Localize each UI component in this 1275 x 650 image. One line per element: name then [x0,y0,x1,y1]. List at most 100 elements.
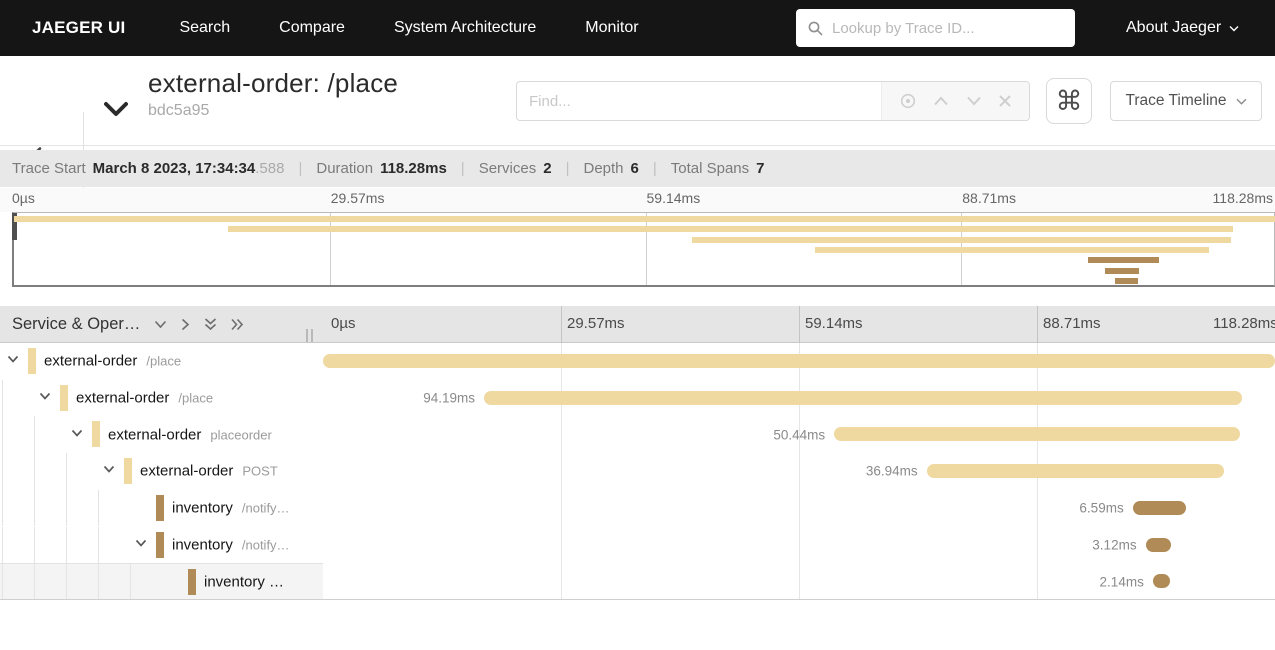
chevron-down-icon [1229,25,1239,31]
span-row[interactable]: external-order placeorder 50.44ms [0,416,1275,454]
span-bar-cell[interactable]: 3.12ms [323,527,1275,564]
top-nav: JAEGER UI Search Compare System Architectu… [0,0,1275,56]
span-bar-cell[interactable] [323,343,1275,380]
tree-indent-guide [34,453,35,490]
tree-indent-guide [66,526,67,564]
span-bar-cell[interactable]: 2.14ms [323,563,1275,599]
app-logo[interactable]: JAEGER UI [32,18,125,38]
span-service-name[interactable]: external-order placeorder [108,426,272,443]
span-name-cell[interactable]: inventory/notify… [0,489,323,527]
find-controls [881,82,1029,120]
span-name-cell[interactable]: external-order/place [0,343,323,380]
summary-separator: | [298,160,303,177]
span-service-name[interactable]: inventory/notify… [172,500,290,517]
nav-item-search[interactable]: Search [179,19,230,37]
nav-item-compare[interactable]: Compare [279,19,345,37]
trace-page-header: external-order: /place bdc5a95 ⌘ Trace T… [0,56,1275,202]
span-service-name[interactable]: inventory/notify… [172,536,290,553]
span-bar-cell[interactable]: 94.19ms [323,380,1275,417]
summary-label: Trace Start [12,160,86,177]
chevron-down-icon [1236,98,1247,105]
span-row[interactable]: inventory/notify… 6.59ms [0,489,1275,527]
timeline-tick [561,306,562,343]
summary-value: 6 [630,160,639,177]
collapse-all-icon[interactable] [204,318,217,331]
span-operation-name: /notify… [241,537,290,553]
about-jaeger-menu[interactable]: About Jaeger [1126,0,1239,56]
span-row[interactable]: external-order/place [0,343,1275,380]
find-bar [516,81,1030,121]
span-service-name[interactable]: external-order/place [76,390,213,407]
timeline-tick-label: 59.14ms [805,315,863,332]
span-operation-name: /place [146,353,182,369]
summary-value: March 8 2023, 17:34:34.588 [92,160,285,177]
collapse-one-icon[interactable] [154,320,167,329]
span-name-cell[interactable]: inventory/notify… [0,526,323,564]
tree-indent-guide [2,526,3,564]
tree-indent-guide [66,453,67,490]
span-duration-bar[interactable] [483,390,1243,405]
span-row[interactable]: external-order/place 94.19ms [0,379,1275,417]
span-operation-name: /place [178,390,214,406]
span-service-name[interactable]: external-order POST [140,463,278,480]
trace-minimap[interactable] [12,212,1275,287]
trace-view-selector[interactable]: Trace Timeline [1110,81,1262,121]
chevron-down-icon[interactable] [135,539,147,548]
column-resizer-handle[interactable] [306,329,313,342]
span-bar-cell[interactable]: 6.59ms [323,490,1275,527]
span-duration-label: 3.12ms [1092,537,1137,553]
minimap-span-bar [227,226,1234,233]
service-color-bar [156,531,164,558]
minimap-axis: 0µs 29.57ms 59.14ms 88.71ms 118.28ms [0,188,1275,212]
span-duration-bar[interactable] [926,464,1224,479]
span-duration-bar[interactable] [1132,500,1186,515]
find-next-icon[interactable] [966,96,982,106]
service-operation-label: Service & Oper… [12,315,141,333]
summary-value: 2 [543,160,552,177]
span-duration-bar[interactable] [1145,537,1171,552]
chevron-down-icon[interactable] [39,392,51,401]
service-color-bar [156,494,164,521]
timeline-tick-label: 118.28ms [1213,315,1275,332]
span-name-cell[interactable]: inventory … [0,563,323,599]
span-bar-cell[interactable]: 36.94ms [323,453,1275,490]
find-input[interactable] [517,82,881,120]
service-operation-header: Service & Oper… [12,306,244,343]
span-duration-bar[interactable] [834,427,1241,442]
find-prev-icon[interactable] [933,96,949,106]
span-service-name[interactable]: inventory … [204,574,284,591]
tree-indent-guide [66,564,67,599]
timeline-header: Service & Oper… 0µs 29.57ms 59.14ms 88.71ms… [0,306,1275,343]
minimap-gridline [329,213,331,285]
summary-value: 118.28ms [380,160,447,177]
span-bar-cell[interactable]: 50.44ms [323,416,1275,453]
nav-item-system-architecture[interactable]: System Architecture [394,19,536,37]
span-duration-bar[interactable] [1152,574,1171,589]
span-service-name[interactable]: external-order/place [44,353,181,370]
command-icon: ⌘ [1055,85,1083,116]
span-row[interactable]: external-order POST 36.94ms [0,453,1275,490]
span-duration-bar[interactable] [323,354,1275,368]
nav-item-monitor[interactable]: Monitor [585,19,638,37]
trace-title: external-order: /place [148,68,399,98]
trace-collapse-toggle[interactable] [98,90,134,126]
tree-indent-guide [2,453,3,490]
trace-view-label: Trace Timeline [1125,92,1227,109]
trace-lookup-input[interactable] [832,19,1063,37]
focus-target-icon[interactable] [899,92,917,110]
span-name-cell[interactable]: external-order/place [0,379,323,417]
keyboard-shortcuts-button[interactable]: ⌘ [1046,78,1092,124]
tree-indent-guide [2,416,3,454]
span-row[interactable]: inventory … 2.14ms [0,563,1275,599]
minimap-axis-label: 0µs [12,190,35,206]
chevron-down-icon[interactable] [7,355,19,364]
span-name-cell[interactable]: external-order POST [0,453,323,490]
find-clear-icon[interactable] [998,94,1012,108]
expand-all-icon[interactable] [231,318,244,331]
chevron-down-icon[interactable] [103,465,115,474]
expand-one-icon[interactable] [181,318,190,331]
tree-indent-guide [2,379,3,417]
span-name-cell[interactable]: external-order placeorder [0,416,323,454]
span-row[interactable]: inventory/notify… 3.12ms [0,526,1275,564]
chevron-down-icon[interactable] [71,429,83,438]
